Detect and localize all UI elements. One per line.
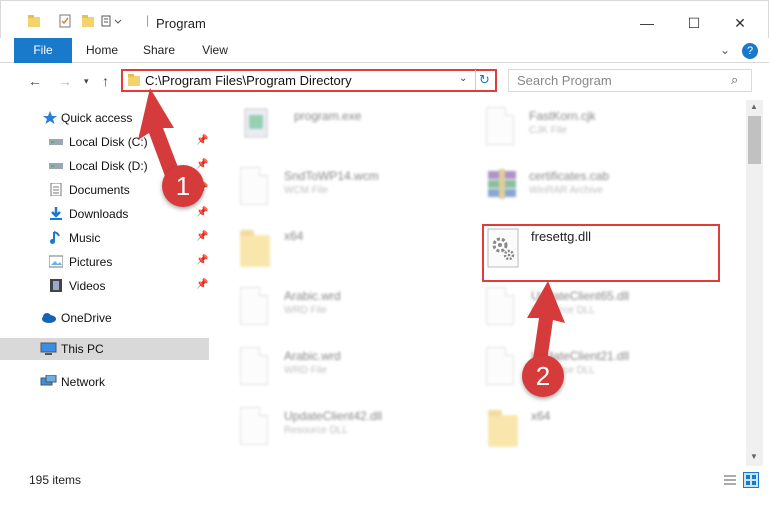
folder-icon[interactable]	[27, 14, 41, 28]
document-icon	[486, 107, 514, 145]
refresh-icon[interactable]: ↻	[479, 72, 490, 88]
pin-icon[interactable]: 📌	[196, 135, 208, 146]
title-separator: |	[146, 13, 150, 27]
sidebar-item-videos[interactable]: Videos 📌	[0, 275, 210, 297]
scroll-down-icon[interactable]: ▼	[750, 452, 758, 461]
maximize-button[interactable]: ☐	[671, 9, 717, 37]
details-view-icon[interactable]	[723, 474, 737, 486]
new-folder-icon[interactable]	[81, 14, 95, 28]
vertical-scrollbar[interactable]: ▲ ▼	[746, 100, 763, 466]
download-icon	[50, 207, 62, 220]
document-icon	[240, 167, 268, 205]
item-count: 195 items	[29, 473, 82, 487]
sidebar-item-local-disk-c[interactable]: Local Disk (C:) 📌	[0, 131, 210, 153]
customize-toolbar-icon[interactable]	[101, 14, 123, 28]
scrollbar-thumb[interactable]	[748, 116, 761, 164]
documents-icon	[50, 183, 62, 196]
annotation-marker-1: 1	[162, 165, 204, 207]
dll-icon	[486, 287, 514, 325]
address-divider	[475, 70, 476, 90]
back-arrow-icon[interactable]: ←	[28, 73, 42, 89]
search-icon: ⌕	[731, 72, 739, 87]
pin-icon[interactable]: 📌	[196, 207, 208, 218]
up-arrow-icon[interactable]: ↑	[102, 73, 109, 89]
computer-icon	[40, 342, 57, 355]
address-dropdown-icon[interactable]: ⌄	[459, 73, 467, 84]
search-input[interactable]: Search Program	[517, 73, 612, 88]
recent-locations-icon[interactable]: ▾	[84, 76, 89, 87]
dll-icon	[240, 407, 268, 445]
pin-icon[interactable]: 📌	[196, 159, 208, 170]
tab-view[interactable]: View	[195, 38, 235, 63]
address-path[interactable]: C:\Program Files\Program Directory	[145, 73, 352, 88]
music-icon	[50, 231, 60, 244]
folder-icon	[128, 74, 140, 86]
sidebar-item-onedrive[interactable]: OneDrive	[0, 307, 210, 329]
sidebar-item-pictures[interactable]: Pictures 📌	[0, 251, 210, 273]
videos-icon	[50, 279, 62, 292]
close-button[interactable]: ✕	[717, 9, 763, 37]
forward-arrow-icon[interactable]: →	[58, 73, 72, 89]
pin-icon[interactable]: 📌	[196, 231, 208, 242]
title-bar: | Program — ☐ ✕	[0, 0, 769, 38]
tab-home[interactable]: Home	[80, 38, 124, 63]
ribbon-expand-icon[interactable]: ⌄	[718, 38, 732, 63]
properties-icon[interactable]	[58, 14, 72, 28]
sidebar-item-this-pc[interactable]: This PC	[0, 338, 209, 360]
scroll-up-icon[interactable]: ▲	[750, 102, 758, 111]
drive-icon	[49, 139, 63, 145]
executable-icon	[244, 108, 268, 138]
highlight-box	[482, 224, 720, 282]
window-title: Program	[156, 16, 206, 31]
drive-icon	[49, 163, 63, 169]
network-icon	[40, 375, 57, 386]
annotation-marker-2: 2	[522, 355, 564, 397]
large-icons-view-icon[interactable]	[743, 472, 759, 488]
pin-icon[interactable]: 📌	[196, 255, 208, 266]
status-bar: 195 items	[0, 466, 769, 506]
document-icon	[240, 287, 268, 325]
folder-icon	[488, 410, 518, 447]
tab-file[interactable]: File	[14, 38, 72, 63]
pin-icon[interactable]: 📌	[196, 279, 208, 290]
sidebar-item-network[interactable]: Network	[0, 371, 210, 393]
cloud-icon	[42, 313, 56, 323]
dll-icon	[486, 347, 514, 385]
folder-icon	[240, 230, 270, 267]
sidebar-item-music[interactable]: Music 📌	[0, 227, 210, 249]
navigation-pane: Quick access Local Disk (C:) 📌 Local Dis…	[0, 100, 214, 456]
ribbon-tabs: File Home Share View ⌄ ?	[0, 38, 769, 63]
tab-share[interactable]: Share	[136, 38, 182, 63]
archive-icon	[488, 169, 516, 199]
document-icon	[240, 347, 268, 385]
minimize-button[interactable]: —	[624, 9, 670, 37]
pictures-icon	[49, 255, 63, 268]
sidebar-item-quick-access[interactable]: Quick access	[0, 107, 210, 129]
help-icon[interactable]: ?	[742, 43, 758, 59]
star-icon	[43, 111, 57, 124]
